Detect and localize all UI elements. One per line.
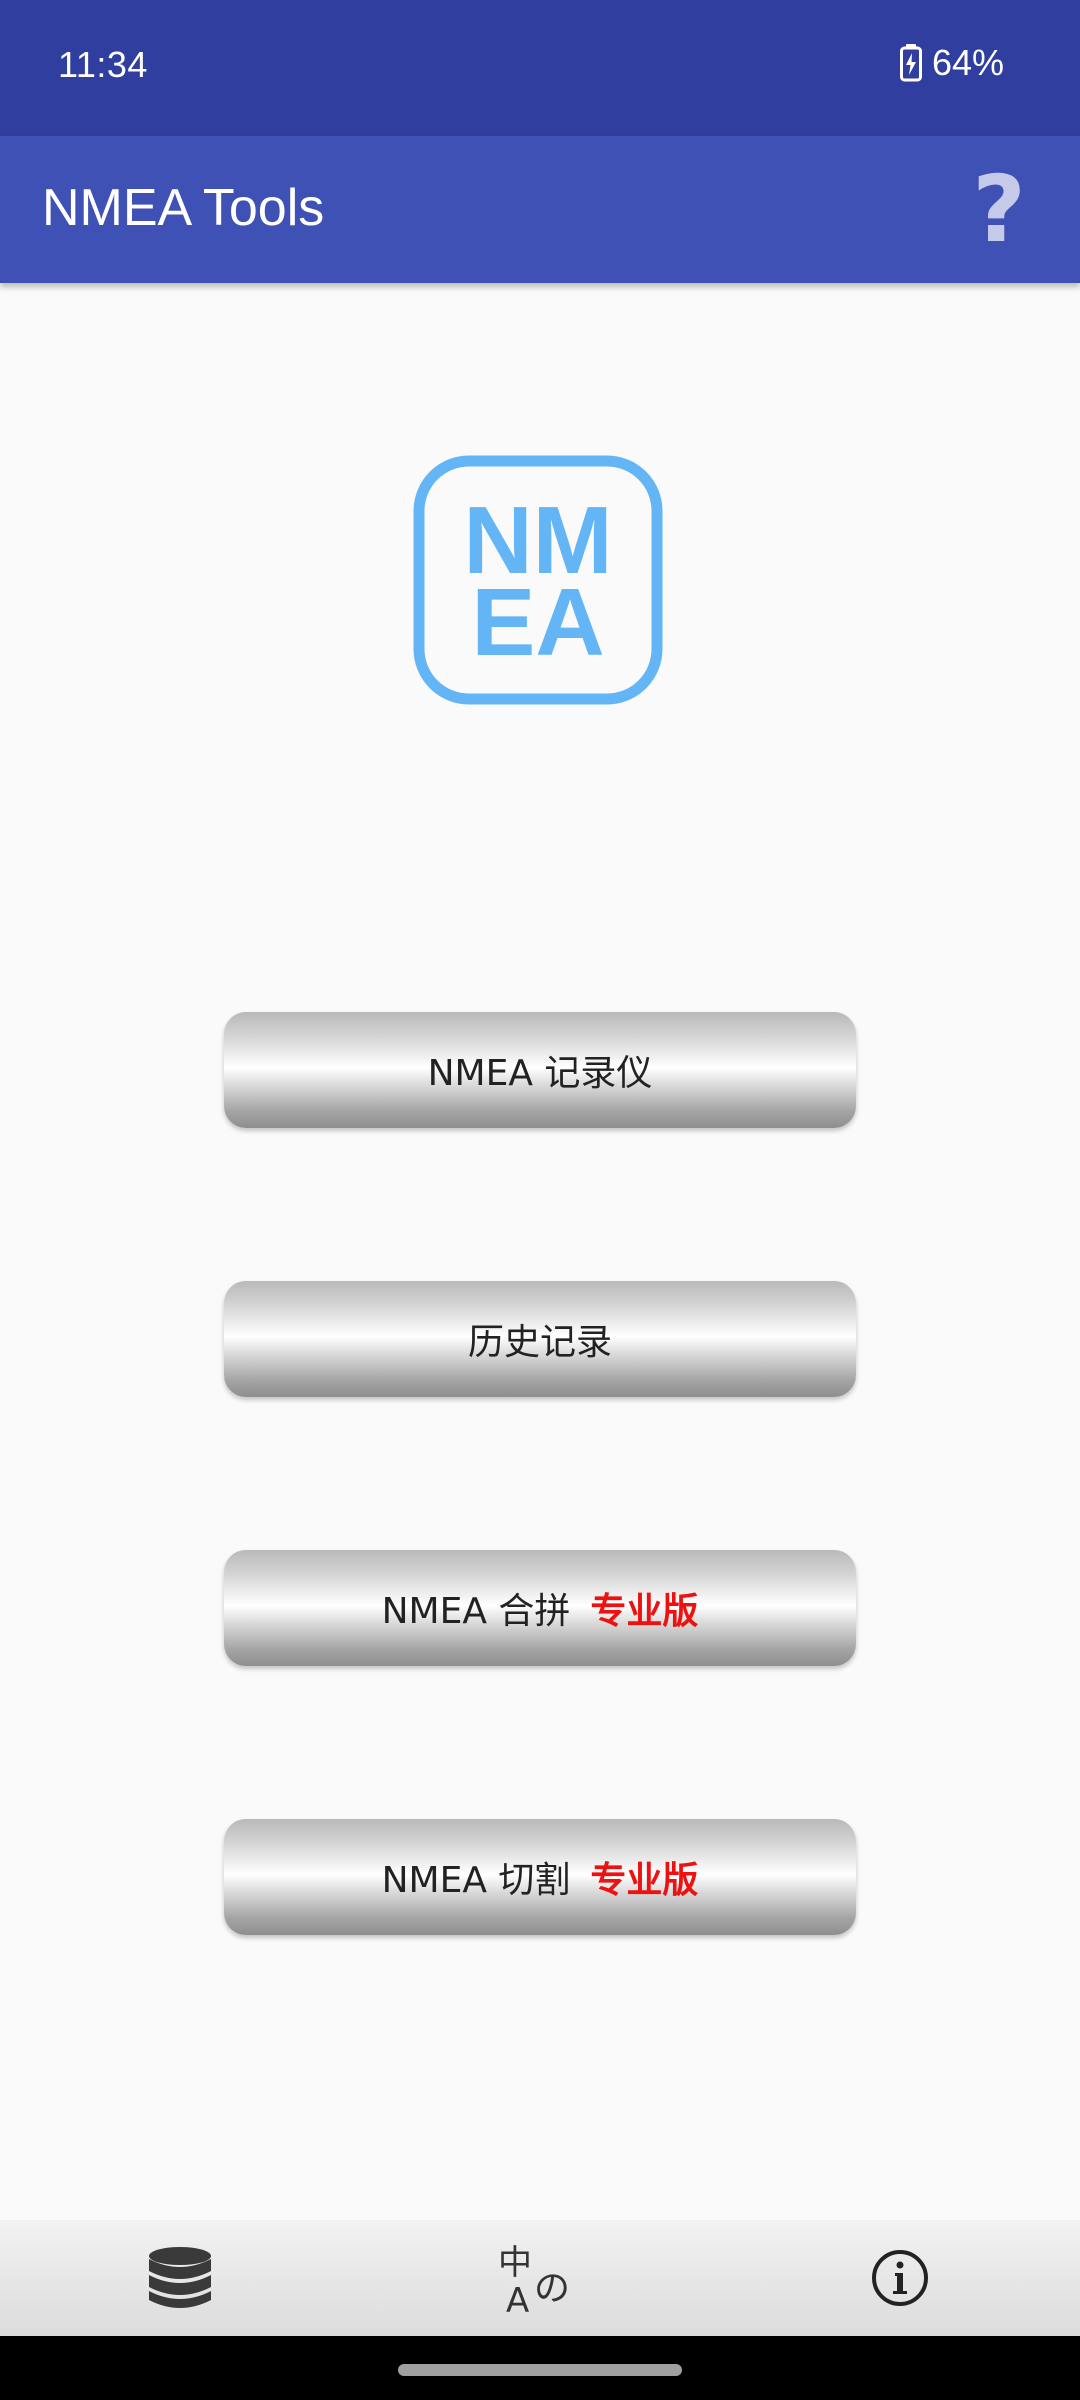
nmea-logger-label: NMEA 记录仪 [427, 1053, 653, 1094]
home-gesture-handle[interactable] [398, 2364, 682, 2376]
nmea-logger-button[interactable]: NMEA 记录仪 [224, 1012, 856, 1128]
bottom-toolbar: 中 A の [0, 2220, 1080, 2336]
language-icon: 中 A の [498, 2243, 570, 2316]
nmea-logo: NM EA [413, 455, 663, 705]
screen: 11:34 64% NMEA Tools ? NM EA NMEA 记录仪 历史… [0, 0, 1080, 2400]
info-button[interactable] [860, 2238, 940, 2318]
svg-text:の: の [534, 2268, 570, 2309]
svg-text:A: A [506, 2281, 529, 2316]
status-indicators: 64% [899, 42, 1004, 84]
pro-badge: 专业版 [590, 1860, 699, 1901]
navigation-bar [0, 2336, 1080, 2400]
app-bar: NMEA Tools ? [0, 136, 1080, 283]
nmea-split-button[interactable]: NMEA 切割 专业版 [224, 1819, 856, 1935]
info-icon [872, 2250, 928, 2306]
battery-percentage: 64% [931, 42, 1004, 83]
logo-text-line2: EA [471, 569, 604, 676]
help-button[interactable]: ? [954, 154, 1044, 264]
nmea-merge-label: NMEA 合拼 [381, 1591, 571, 1632]
database-icon [149, 2247, 211, 2308]
pro-badge: 专业版 [590, 1591, 699, 1632]
help-icon: ? [972, 155, 1026, 263]
battery-charging-icon [899, 44, 922, 82]
nmea-split-label: NMEA 切割 [381, 1860, 571, 1901]
app-title: NMEA Tools [42, 179, 325, 237]
status-bar: 11:34 64% [0, 0, 1080, 136]
language-button[interactable]: 中 A の [496, 2238, 576, 2318]
history-button[interactable]: 历史记录 [224, 1281, 856, 1397]
status-time: 11:34 [58, 44, 148, 85]
database-button[interactable] [140, 2238, 220, 2318]
history-label: 历史记录 [467, 1322, 612, 1363]
svg-text:中: 中 [498, 2243, 532, 2283]
nmea-merge-button[interactable]: NMEA 合拼 专业版 [224, 1550, 856, 1666]
